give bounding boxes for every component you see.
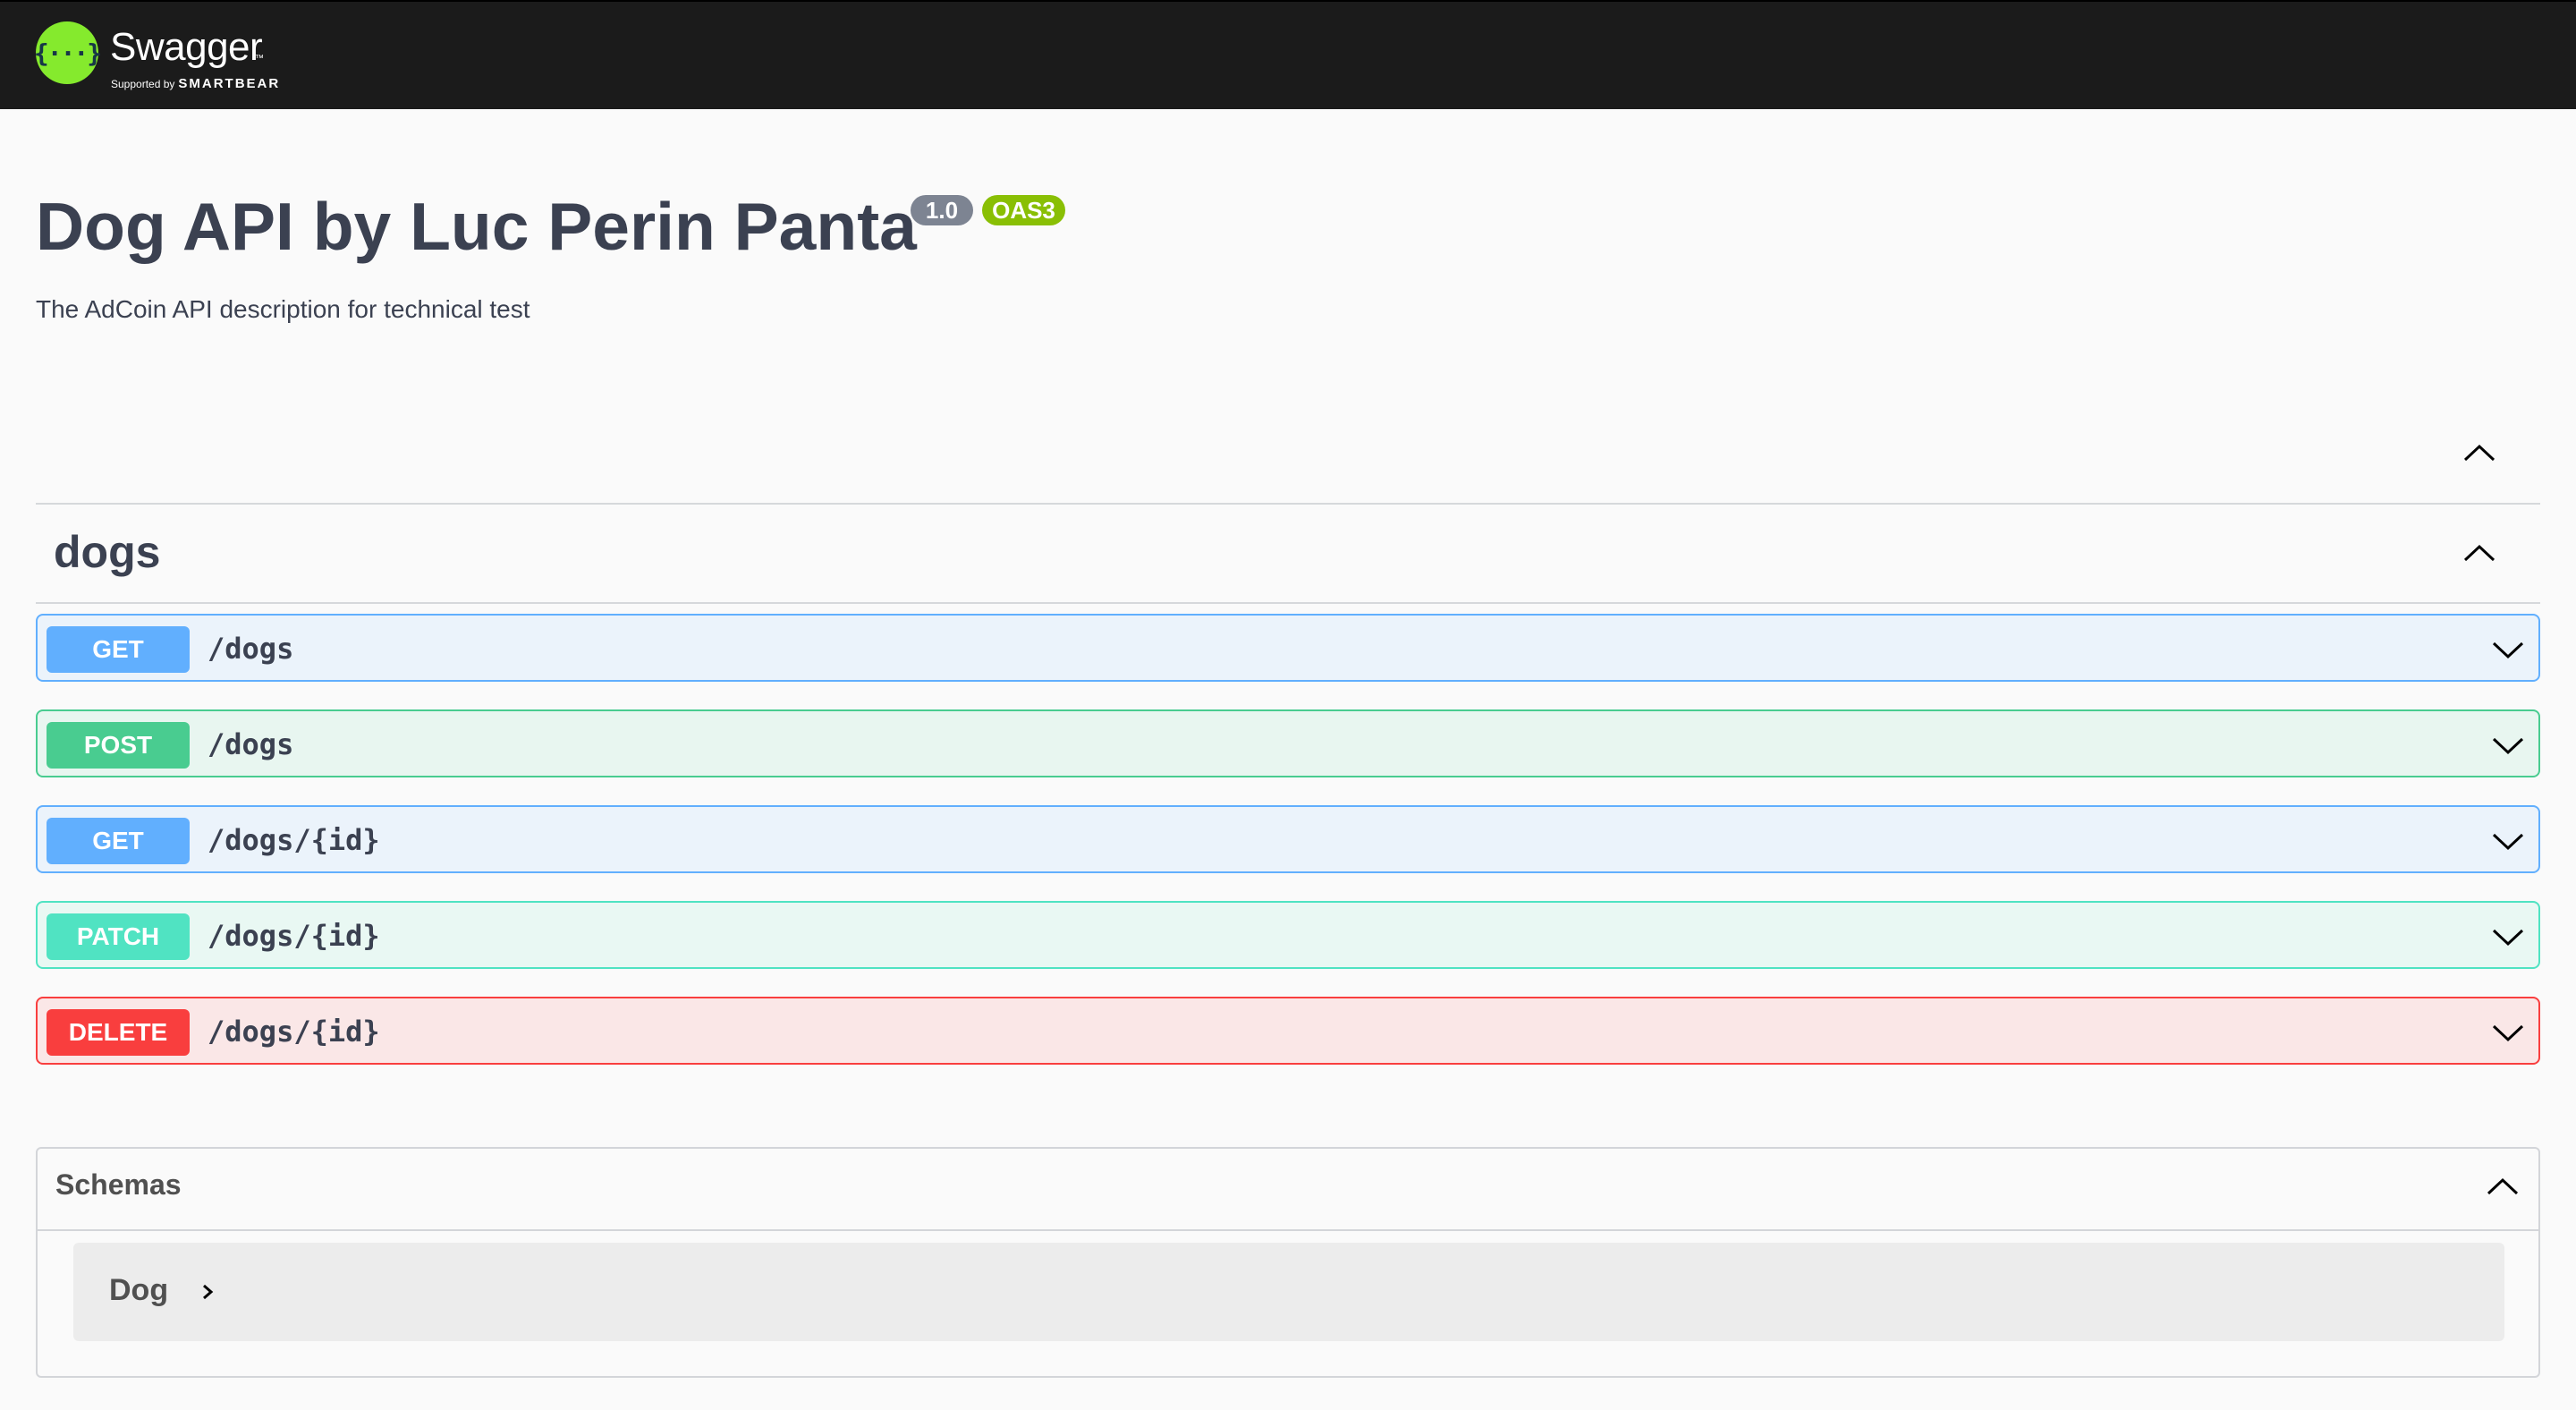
model-name: Dog — [109, 1273, 169, 1307]
operation-path: /dogs/{id} — [208, 823, 380, 857]
page-title: Dog API by Luc Perin Panta — [36, 189, 917, 264]
chevron-down-icon[interactable] — [2490, 735, 2526, 756]
operation-path: /dogs — [208, 632, 294, 666]
chevron-down-icon[interactable] — [2490, 639, 2526, 660]
chevron-down-icon[interactable] — [2490, 830, 2526, 852]
smartbear-label: SMARTBEAR — [178, 76, 281, 91]
operation-get-dog-by-id[interactable]: GET /dogs/{id} — [36, 805, 2540, 873]
brand-trademark: ™ — [255, 54, 264, 64]
operation-path: /dogs/{id} — [208, 919, 380, 953]
method-badge-patch: PATCH — [47, 913, 190, 960]
collapse-all-chevron-up-icon[interactable] — [2462, 442, 2497, 463]
api-description: The AdCoin API description for technical… — [36, 295, 530, 323]
version-badge: 1.0 — [911, 195, 973, 225]
chevron-down-icon[interactable] — [2490, 926, 2526, 947]
brand-name[interactable]: Swagger — [110, 25, 263, 70]
section-divider — [36, 503, 2540, 505]
chevron-down-icon[interactable] — [2490, 1022, 2526, 1043]
model-row-dog[interactable]: Dog — [73, 1243, 2504, 1341]
tag-divider — [36, 602, 2540, 604]
swagger-logo-icon[interactable]: {···} — [34, 21, 102, 84]
operation-post-dogs[interactable]: POST /dogs — [36, 709, 2540, 777]
operation-patch-dog-by-id[interactable]: PATCH /dogs/{id} — [36, 901, 2540, 969]
schemas-title: Schemas — [55, 1168, 182, 1201]
topbar: {···} Swagger ™ Supported by SMARTBEAR — [0, 0, 2576, 109]
oas-badge: OAS3 — [982, 195, 1065, 225]
chevron-right-icon[interactable] — [199, 1278, 216, 1305]
schemas-header[interactable]: Schemas — [38, 1149, 2538, 1231]
method-badge-get: GET — [47, 626, 190, 673]
tag-title-dogs[interactable]: dogs — [54, 526, 160, 578]
supported-by-smartbear: Supported by SMARTBEAR — [111, 76, 280, 91]
schemas-section: Schemas Dog — [36, 1147, 2540, 1378]
method-badge-delete: DELETE — [47, 1009, 190, 1056]
operation-get-dogs[interactable]: GET /dogs — [36, 614, 2540, 682]
method-badge-post: POST — [47, 722, 190, 769]
tag-collapse-chevron-up-icon[interactable] — [2462, 542, 2497, 564]
operation-path: /dogs — [208, 727, 294, 761]
method-badge-get: GET — [47, 818, 190, 864]
operation-path: /dogs/{id} — [208, 1015, 380, 1049]
schemas-collapse-chevron-up-icon[interactable] — [2485, 1176, 2521, 1197]
supported-by-label: Supported by — [111, 78, 175, 90]
operation-delete-dog-by-id[interactable]: DELETE /dogs/{id} — [36, 997, 2540, 1065]
